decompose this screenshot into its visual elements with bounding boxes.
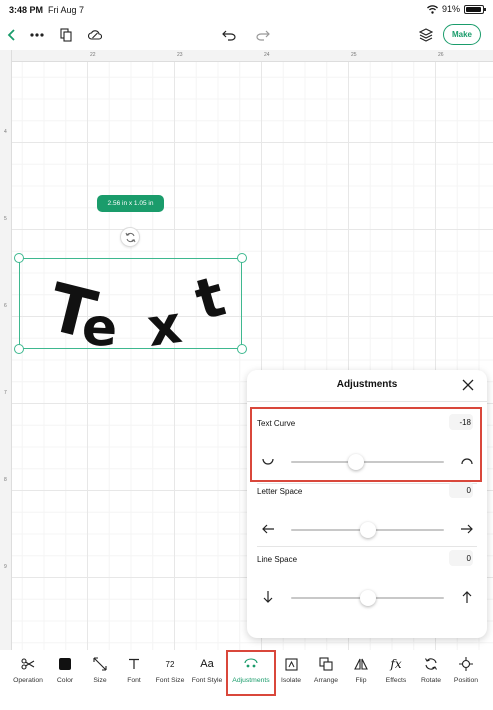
ruler-left-label: 9 [4, 564, 7, 570]
curved-text-object[interactable]: T e x t [20, 259, 243, 350]
resize-handle-bottom-left[interactable] [14, 344, 24, 354]
ruler-top-label: 24 [264, 52, 270, 58]
scissors-icon [20, 656, 36, 672]
ruler-top: 22 23 24 25 26 [0, 50, 493, 62]
wifi-icon [427, 4, 438, 14]
tool-label: Adjustments [232, 677, 270, 684]
arrow-right-icon[interactable] [460, 522, 474, 536]
tool-isolate[interactable]: Isolate [271, 656, 311, 684]
tool-label: Arrange [313, 677, 339, 684]
status-bar: 3:48 PM Fri Aug 7 91% [0, 0, 493, 20]
size-badge: 2.56 in x 1.05 in [97, 195, 164, 212]
ruler-left-label: 6 [4, 303, 7, 309]
text-object-selection[interactable]: T e x t [14, 253, 247, 354]
more-options-icon[interactable] [27, 25, 47, 45]
tool-position[interactable]: Position [446, 656, 486, 684]
line-space-slider[interactable] [291, 590, 444, 606]
tool-label: Operation [13, 677, 43, 684]
section-divider [257, 483, 477, 484]
resize-arrows-icon [92, 656, 108, 672]
tool-font[interactable]: Font [114, 656, 154, 684]
effects-fx-icon: fx [390, 657, 402, 671]
tool-label: Font [127, 677, 141, 684]
duplicate-page-icon[interactable] [56, 25, 76, 45]
resize-handle-top-right[interactable] [237, 253, 247, 263]
resize-handle-top-left[interactable] [14, 253, 24, 263]
tool-label: Font Size [155, 677, 185, 684]
tool-label: Effects [385, 677, 407, 684]
arrow-left-icon[interactable] [261, 522, 275, 536]
text-curve-highlight [250, 407, 482, 482]
panel-title: Adjustments [336, 379, 398, 390]
line-space-label: Line Space [257, 555, 298, 564]
line-space-value[interactable]: 0 [449, 550, 473, 566]
line-space-slider-thumb[interactable] [360, 590, 376, 606]
letter-space-slider-thumb[interactable] [360, 522, 376, 538]
tool-label: Font Style [191, 677, 223, 684]
tool-font-size[interactable]: 72 Font Size [150, 656, 190, 685]
section-divider [257, 546, 477, 547]
ruler-top-label: 22 [90, 52, 96, 58]
cloud-save-icon[interactable] [85, 25, 105, 45]
position-icon [458, 656, 474, 672]
bottom-toolbar: Operation Color Size Font 72 Font Size A… [0, 650, 493, 710]
close-icon[interactable] [461, 378, 475, 392]
letter-space-label: Letter Space [257, 487, 303, 496]
tool-effects[interactable]: fx Effects [376, 656, 416, 684]
tool-font-style[interactable]: Aa Font Style [187, 656, 227, 684]
curved-text-letter: x [144, 295, 186, 350]
ruler-left-label: 7 [4, 390, 7, 396]
font-style-icon: Aa [200, 658, 214, 670]
ruler-left-label: 8 [4, 477, 7, 483]
font-t-icon [126, 656, 142, 672]
ruler-left-label: 5 [4, 216, 7, 222]
rotate-icon [423, 656, 439, 672]
make-button[interactable]: Make [443, 24, 481, 45]
ruler-left: 4 5 6 7 8 9 [0, 50, 12, 660]
tool-label: Position [453, 677, 479, 684]
tool-color[interactable]: Color [45, 656, 85, 684]
tool-label: Rotate [420, 677, 442, 684]
resize-handle-bottom-right[interactable] [237, 344, 247, 354]
isolate-icon [283, 656, 299, 672]
ruler-top-label: 23 [177, 52, 183, 58]
panel-divider [247, 401, 487, 402]
battery-icon [464, 4, 486, 14]
ruler-top-label: 26 [438, 52, 444, 58]
back-chevron-icon[interactable] [2, 25, 22, 45]
tool-operation[interactable]: Operation [8, 656, 48, 684]
flip-icon [353, 656, 369, 672]
status-date: Fri Aug 7 [48, 5, 85, 15]
status-time: 3:48 PM [9, 5, 44, 15]
rotate-handle-icon[interactable] [120, 227, 140, 247]
arrow-up-icon[interactable] [460, 590, 474, 604]
font-size-icon: 72 [165, 659, 175, 669]
tool-arrange[interactable]: Arrange [306, 656, 346, 684]
arrow-down-icon[interactable] [261, 590, 275, 604]
tool-rotate[interactable]: Rotate [411, 656, 451, 684]
tool-adjustments[interactable]: Adjustments [231, 656, 271, 684]
redo-icon[interactable] [253, 25, 273, 45]
letter-space-value[interactable]: 0 [449, 482, 473, 498]
curved-text-letter: t [188, 264, 232, 334]
layers-icon[interactable] [416, 25, 436, 45]
status-right: 91% [427, 4, 486, 14]
ruler-top-label: 25 [351, 52, 357, 58]
curved-text-letter: e [81, 297, 119, 350]
tool-label: Isolate [280, 677, 302, 684]
top-toolbar: Make [0, 20, 493, 50]
tool-label: Flip [355, 677, 367, 684]
tool-label: Size [93, 677, 107, 684]
tool-flip[interactable]: Flip [341, 656, 381, 684]
letter-space-slider[interactable] [291, 522, 444, 538]
battery-percent: 91% [441, 4, 460, 14]
undo-icon[interactable] [219, 25, 239, 45]
arrange-icon [318, 656, 334, 672]
tool-label: Color [56, 677, 74, 684]
adjustments-icon [243, 656, 259, 672]
ruler-left-label: 4 [4, 129, 7, 135]
battery-fill [466, 6, 481, 12]
color-swatch-icon [57, 656, 73, 672]
